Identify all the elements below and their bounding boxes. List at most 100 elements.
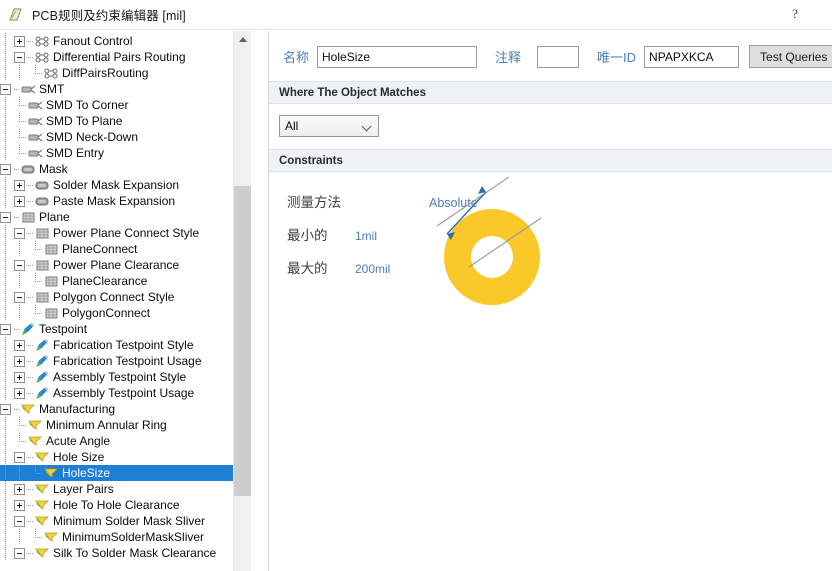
mask-icon [34,194,50,208]
tree-item-holesize[interactable]: HoleSize [0,465,251,481]
rule-comment-input[interactable] [537,45,580,68]
collapse-icon[interactable] [14,51,25,63]
expand-icon[interactable] [14,387,25,399]
tree-elbow [14,113,26,129]
tree-vertical-scrollbar[interactable] [233,31,251,571]
tree-guide [0,113,14,129]
collapse-icon[interactable] [14,291,25,303]
tree-item-manufacturing[interactable]: Manufacturing [0,401,251,417]
tree-item-fabrication-testpoint-style[interactable]: Fabrication Testpoint Style [0,337,251,353]
tree-item-minimumsoldermasksliver[interactable]: MinimumSolderMaskSliver [0,529,251,545]
tree-connector [28,552,33,554]
expand-icon[interactable] [14,339,25,351]
test-queries-button-wrap: Test Queries [749,45,832,68]
tree-item-fanout-control[interactable]: Fanout Control [0,33,251,49]
object-scope-select[interactable]: All [279,115,379,137]
tree-item-testpoint[interactable]: Testpoint [0,321,251,337]
tree-item-assembly-testpoint-usage[interactable]: Assembly Testpoint Usage [0,385,251,401]
tree-connector [28,376,33,378]
help-button[interactable]: ? [784,3,806,25]
plane-icon [43,242,59,256]
constraints-header: Constraints [269,149,832,172]
smt-icon [20,82,36,96]
expand-icon[interactable] [14,355,25,367]
tree-item-assembly-testpoint-style[interactable]: Assembly Testpoint Style [0,369,251,385]
tree-item-planeclearance[interactable]: PlaneClearance [0,273,251,289]
tree-item-layer-pairs[interactable]: Layer Pairs [0,481,251,497]
tree-guide [0,337,14,353]
expand-icon[interactable] [14,371,25,383]
expand-icon[interactable] [14,483,25,495]
expand-icon[interactable] [14,499,25,511]
tree-connector [28,392,33,394]
rules-tree-scroll-area[interactable]: Fanout Control Differential Pairs Routing… [0,31,251,571]
maximum-value[interactable]: 200mil [355,262,390,276]
collapse-icon[interactable] [14,515,25,527]
test-queries-button[interactable]: Test Queries [749,45,832,68]
tree-item-smd-neck-down[interactable]: SMD Neck-Down [0,129,251,145]
main-content: Fanout Control Differential Pairs Routing… [0,31,832,571]
collapse-icon[interactable] [0,211,11,223]
tree-item-smd-to-corner[interactable]: SMD To Corner [0,97,251,113]
collapse-icon[interactable] [0,83,11,95]
tree-item-differential-pairs-routing[interactable]: Differential Pairs Routing [0,49,251,65]
rule-name-input[interactable] [317,45,478,68]
tree-item-minimum-annular-ring[interactable]: Minimum Annular Ring [0,417,251,433]
hole-size-diagram [419,172,579,312]
collapse-icon[interactable] [0,323,11,335]
tree-connector [28,184,33,186]
collapse-icon[interactable] [0,403,11,415]
rules-tree[interactable]: Fanout Control Differential Pairs Routing… [0,31,251,561]
tree-item-minimum-solder-mask-sliver[interactable]: Minimum Solder Mask Sliver [0,513,251,529]
tree-item-label: SMD To Corner [46,98,129,112]
tree-item-paste-mask-expansion[interactable]: Paste Mask Expansion [0,193,251,209]
tree-item-power-plane-connect-style[interactable]: Power Plane Connect Style [0,225,251,241]
tree-guide [0,529,14,545]
collapse-icon[interactable] [14,259,25,271]
tree-item-smt[interactable]: SMT [0,81,251,97]
collapse-icon[interactable] [0,163,11,175]
tree-item-silk-to-solder-mask-clearance[interactable]: Silk To Solder Mask Clearance [0,545,251,561]
tree-item-power-plane-clearance[interactable]: Power Plane Clearance [0,257,251,273]
manufacturing-icon [34,450,50,464]
comment-label: 注释 [495,50,522,65]
tree-item-solder-mask-expansion[interactable]: Solder Mask Expansion [0,177,251,193]
tree-item-polygonconnect[interactable]: PolygonConnect [0,305,251,321]
tree-item-mask[interactable]: Mask [0,161,251,177]
tree-item-smd-entry[interactable]: SMD Entry [0,145,251,161]
chevron-down-icon [363,122,372,131]
collapse-icon[interactable] [14,451,25,463]
tree-item-smd-to-plane[interactable]: SMD To Plane [0,113,251,129]
collapse-icon[interactable] [14,547,25,559]
plane-icon [20,210,36,224]
tree-item-label: Acute Angle [46,434,111,448]
minimum-value[interactable]: 1mil [355,229,377,243]
expand-icon[interactable] [14,35,25,47]
unique-id-input[interactable] [644,45,740,68]
tree-item-hole-size[interactable]: Hole Size [0,449,251,465]
tree-item-acute-angle[interactable]: Acute Angle [0,433,251,449]
plane-icon [34,258,50,272]
tree-guide [0,289,14,305]
tree-item-label: Power Plane Clearance [53,258,180,272]
tree-item-fabrication-testpoint-usage[interactable]: Fabrication Testpoint Usage [0,353,251,369]
scroll-up-button[interactable] [234,31,251,48]
tree-connector [28,200,33,202]
tree-elbow [14,129,26,145]
tree-guide [0,193,14,209]
tree-item-hole-to-hole-clearance[interactable]: Hole To Hole Clearance [0,497,251,513]
collapse-icon[interactable] [14,227,25,239]
tree-elbow [30,465,42,481]
tree-item-label: Power Plane Connect Style [53,226,200,240]
tree-item-polygon-connect-style[interactable]: Polygon Connect Style [0,289,251,305]
tree-item-diffpairsrouting[interactable]: DiffPairsRouting [0,65,251,81]
manufacturing-icon [34,514,50,528]
tree-item-plane[interactable]: Plane [0,209,251,225]
expand-icon[interactable] [14,195,25,207]
tree-item-planeconnect[interactable]: PlaneConnect [0,241,251,257]
pcb-rules-icon [8,7,24,23]
smt-icon [27,98,43,112]
scrollbar-thumb[interactable] [234,186,251,496]
expand-icon[interactable] [14,179,25,191]
routing-icon [34,34,50,48]
